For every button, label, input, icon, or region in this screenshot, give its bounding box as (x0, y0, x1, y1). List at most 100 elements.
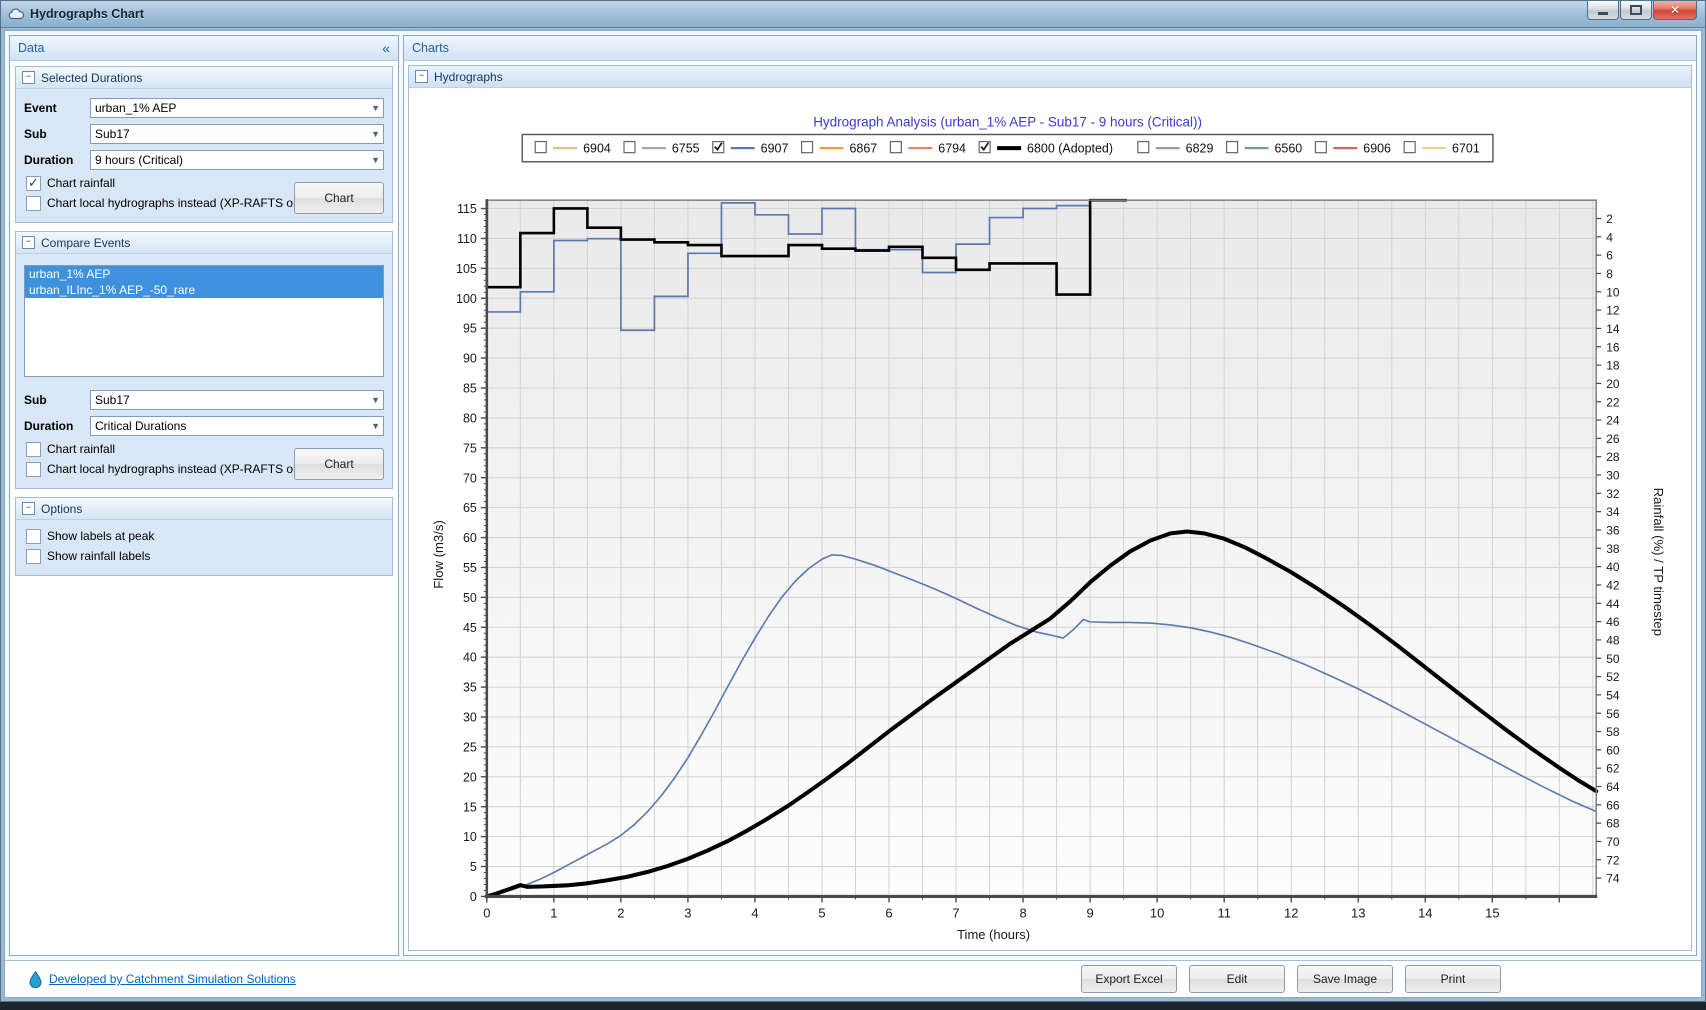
svg-text:72: 72 (1606, 853, 1620, 867)
svg-text:68: 68 (1606, 817, 1620, 831)
svg-text:34: 34 (1606, 505, 1620, 519)
legend-checkbox-icon (1138, 142, 1149, 153)
hydrograph-chart[interactable]: 0510152025303540455055606570758085909510… (409, 88, 1691, 950)
hydrographs-group: − Hydrographs 05101520253035404550556065… (408, 65, 1692, 951)
options-title: Options (41, 502, 82, 516)
svg-text:80: 80 (463, 411, 477, 425)
charts-panel-title: Charts (412, 41, 449, 55)
print-button[interactable]: Print (1405, 965, 1501, 993)
compare-sub-dropdown[interactable]: Sub17 ▼ (90, 390, 384, 410)
legend-label: 6755 (672, 142, 700, 156)
sub-label: Sub (24, 393, 90, 407)
svg-text:15: 15 (1485, 906, 1499, 921)
legend-label: 6907 (761, 142, 789, 156)
svg-text:10: 10 (463, 830, 477, 844)
svg-text:90: 90 (463, 352, 477, 366)
selected-durations-group: − Selected Durations Event urban_1% AEP … (15, 66, 393, 223)
svg-text:12: 12 (1606, 304, 1620, 318)
chevron-down-icon: ▼ (371, 395, 380, 405)
hydrographs-title: Hydrographs (434, 70, 503, 84)
svg-text:100: 100 (456, 292, 477, 306)
save-image-button[interactable]: Save Image (1297, 965, 1393, 993)
svg-text:2: 2 (1606, 212, 1613, 226)
collapse-group-icon[interactable]: − (415, 70, 428, 83)
legend-label: 6904 (583, 142, 611, 156)
cloud-icon (7, 6, 25, 22)
collapse-group-icon[interactable]: − (22, 71, 35, 84)
sub-dropdown[interactable]: Sub17 ▼ (90, 124, 384, 144)
right-axis-title: Rainfall (%) / TP timestep (1651, 488, 1666, 636)
svg-text:26: 26 (1606, 432, 1620, 446)
compare-event-item[interactable]: urban_1% AEP (25, 266, 383, 282)
duration-dropdown[interactable]: 9 hours (Critical) ▼ (90, 150, 384, 170)
close-button[interactable]: ✕ (1653, 1, 1697, 20)
collapse-panel-button[interactable]: « (382, 40, 390, 56)
edit-button[interactable]: Edit (1189, 965, 1285, 993)
legend-label: 6560 (1274, 142, 1302, 156)
data-panel: Data « − Selected Durations Event (9, 35, 399, 956)
legend-label: 6800 (Adopted) (1027, 142, 1113, 156)
svg-text:50: 50 (1606, 652, 1620, 666)
svg-text:66: 66 (1606, 798, 1620, 812)
show-labels-at-peak-checkbox[interactable]: Show labels at peak (26, 527, 382, 545)
compare-duration-dropdown[interactable]: Critical Durations ▼ (90, 416, 384, 436)
show-rainfall-labels-checkbox[interactable]: Show rainfall labels (26, 547, 382, 565)
compare-events-list[interactable]: urban_1% AEPurban_ILInc_1% AEP_-50_rare (24, 265, 384, 377)
svg-text:42: 42 (1606, 578, 1620, 592)
charts-panel: Charts − Hydrographs 0510152025303540455… (403, 35, 1697, 956)
svg-text:28: 28 (1606, 450, 1620, 464)
svg-text:9: 9 (1087, 906, 1094, 921)
developer-link[interactable]: Developed by Catchment Simulation Soluti… (49, 972, 296, 986)
svg-text:7: 7 (952, 906, 959, 921)
footer-bar: Developed by Catchment Simulation Soluti… (5, 960, 1701, 997)
checkbox-icon (26, 442, 41, 457)
compare-events-title: Compare Events (41, 236, 130, 250)
svg-text:15: 15 (463, 800, 477, 814)
event-label: Event (24, 101, 90, 115)
svg-text:60: 60 (463, 531, 477, 545)
chevron-down-icon: ▼ (371, 129, 380, 139)
export-excel-button[interactable]: Export Excel (1081, 965, 1177, 993)
svg-text:46: 46 (1606, 615, 1620, 629)
svg-text:18: 18 (1606, 359, 1620, 373)
svg-text:24: 24 (1606, 414, 1620, 428)
minimize-button[interactable] (1587, 1, 1619, 20)
restore-icon (1630, 5, 1642, 15)
svg-text:55: 55 (463, 561, 477, 575)
svg-text:54: 54 (1606, 688, 1620, 702)
svg-text:6: 6 (885, 906, 892, 921)
collapse-group-icon[interactable]: − (22, 502, 35, 515)
svg-text:16: 16 (1606, 340, 1620, 354)
chevron-down-icon: ▼ (371, 103, 380, 113)
restore-button[interactable] (1620, 1, 1652, 20)
collapse-group-icon[interactable]: − (22, 236, 35, 249)
checkbox-icon (26, 549, 41, 564)
checkbox-icon (26, 196, 41, 211)
compare-event-item[interactable]: urban_ILInc_1% AEP_-50_rare (25, 282, 383, 298)
legend-checkbox-icon (1404, 142, 1415, 153)
svg-text:52: 52 (1606, 670, 1620, 684)
chevron-down-icon: ▼ (371, 421, 380, 431)
event-dropdown[interactable]: urban_1% AEP ▼ (90, 98, 384, 118)
window-titlebar[interactable]: Hydrographs Chart ✕ (1, 1, 1705, 28)
window-content: Data « − Selected Durations Event (4, 30, 1702, 998)
svg-text:4: 4 (1606, 230, 1613, 244)
svg-text:74: 74 (1606, 872, 1620, 886)
data-panel-title: Data (18, 41, 44, 55)
svg-text:0: 0 (483, 906, 490, 921)
svg-text:35: 35 (463, 681, 477, 695)
legend-label: 6829 (1186, 142, 1214, 156)
svg-text:12: 12 (1284, 906, 1298, 921)
options-group: − Options Show labels at peak Show rainf… (15, 497, 393, 576)
compare-chart-button[interactable]: Chart (294, 448, 384, 480)
svg-text:36: 36 (1606, 523, 1620, 537)
checkbox-icon (26, 529, 41, 544)
chart-button[interactable]: Chart (294, 182, 384, 214)
legend-checkbox-icon (1227, 142, 1238, 153)
legend-label: 6867 (849, 142, 877, 156)
app-window: Hydrographs Chart ✕ Data « − Selected Du… (0, 0, 1706, 1002)
svg-text:30: 30 (1606, 468, 1620, 482)
svg-text:32: 32 (1606, 487, 1620, 501)
svg-text:20: 20 (1606, 377, 1620, 391)
svg-text:45: 45 (463, 621, 477, 635)
